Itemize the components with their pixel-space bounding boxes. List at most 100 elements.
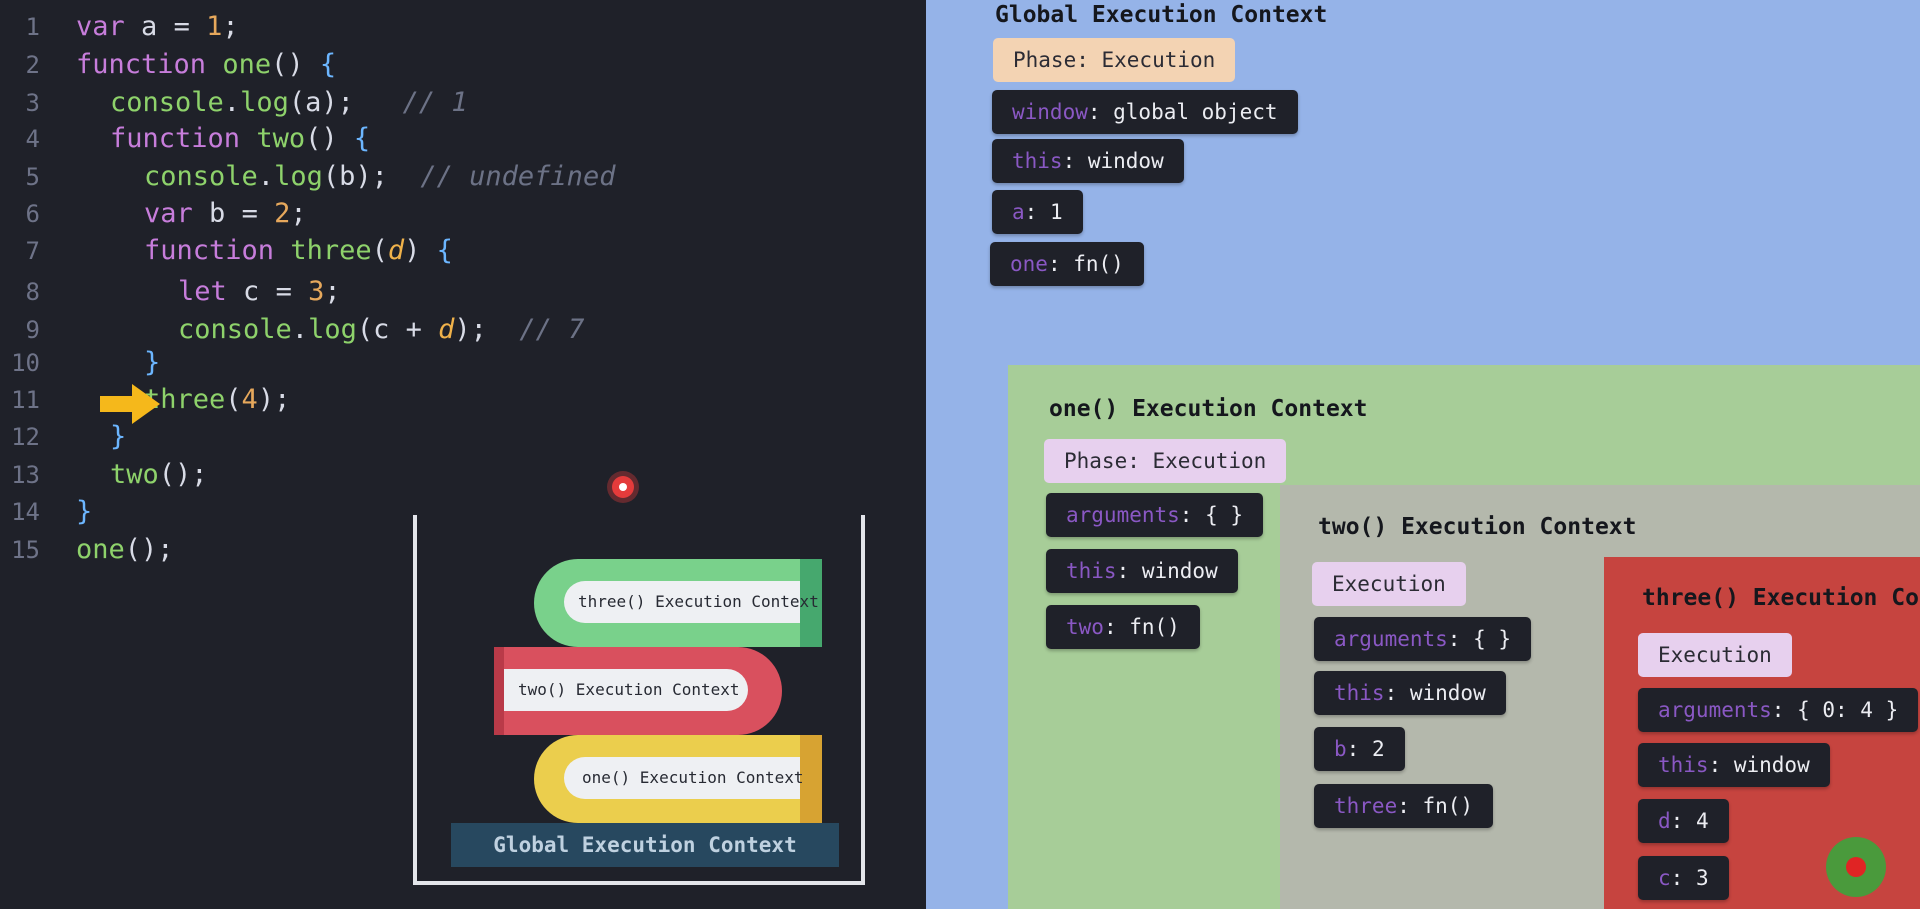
code-token: ();: [158, 459, 208, 490]
code-token: =: [173, 11, 190, 42]
two-phase: Execution: [1312, 562, 1466, 606]
code-token: three: [290, 235, 372, 266]
code-token: d: [438, 314, 455, 345]
global-phase: Phase: Execution: [993, 38, 1236, 82]
var-this: this: window: [992, 139, 1184, 183]
code-token: (b);: [322, 161, 388, 192]
stack-frame-one: one() Execution Context: [534, 735, 822, 823]
global-context-title: Global Execution Context: [995, 2, 1328, 28]
code-token: log: [308, 314, 357, 345]
code-token: .: [291, 314, 309, 345]
code-token: =: [241, 198, 258, 229]
one-context-title: one() Execution Context: [1049, 396, 1368, 422]
stack-frame-label: three() Execution Context: [578, 592, 819, 611]
code-token: ();: [124, 534, 174, 565]
code-token: log: [274, 161, 323, 192]
line-number: 15: [11, 536, 40, 564]
code-token: d: [387, 235, 405, 266]
stack-frame-two: two() Execution Context: [494, 647, 782, 735]
code-token: );: [454, 314, 487, 345]
code-text: console.log(c + d); // 7: [178, 308, 584, 352]
code-token: // 7: [486, 314, 585, 345]
var-window: window: global object: [992, 90, 1298, 134]
var-this: this: window: [1314, 671, 1506, 715]
var-c: c: 3: [1638, 856, 1729, 900]
code-token: {: [303, 49, 337, 80]
code-text: three(4);: [144, 378, 290, 422]
code-token: ;: [222, 11, 239, 42]
code-token: let: [178, 276, 227, 307]
code-token: (): [271, 49, 304, 80]
code-token: ;: [290, 198, 307, 229]
var-a: a: 1: [992, 190, 1083, 234]
code-token: (): [305, 123, 338, 154]
var-arguments: arguments: { }: [1046, 493, 1264, 537]
code-token: {: [337, 123, 371, 154]
code-text: two();: [110, 453, 208, 497]
code-token: function: [110, 123, 241, 154]
code-token: (: [225, 384, 242, 415]
code-token: 4: [241, 384, 258, 415]
code-editor[interactable]: 1 var a = 1; 2 function one() {3 console.log…: [0, 0, 926, 909]
code-token: a: [124, 11, 174, 42]
book-spine: [494, 647, 504, 735]
code-token: 3: [308, 276, 325, 307]
code-token: 1: [206, 11, 223, 42]
stack-frame-label: one() Execution Context: [582, 768, 804, 787]
code-token: function: [76, 49, 207, 80]
var-d: d: 4: [1638, 799, 1729, 843]
code-token: =: [275, 276, 292, 307]
var-b: b: 2: [1314, 727, 1405, 771]
code-token: ): [404, 235, 421, 266]
three-context-title: three() Execution Co: [1642, 585, 1919, 611]
code-token: }: [144, 347, 161, 378]
var-this: this: window: [1638, 743, 1830, 787]
cursor-dot-icon: [612, 476, 634, 498]
three-phase: Execution: [1638, 633, 1792, 677]
code-token: .: [257, 161, 275, 192]
record-button-icon[interactable]: [1826, 837, 1886, 897]
code-token: var: [76, 11, 125, 42]
line-number: 7: [25, 237, 40, 265]
code-token: var: [144, 198, 193, 229]
call-stack: three() Execution Context two() Executio…: [413, 515, 865, 885]
code-token: function: [144, 235, 275, 266]
code-token: (c +: [356, 314, 439, 345]
var-this: this: window: [1046, 549, 1238, 593]
code-text: one();: [76, 528, 174, 572]
code-token: console: [144, 161, 258, 192]
var-arguments: arguments: { }: [1314, 617, 1532, 661]
code-token: two: [110, 459, 159, 490]
code-token: // 1: [353, 87, 468, 118]
phase-key: Phase:: [1013, 48, 1089, 72]
one-phase: Phase: Execution: [1044, 439, 1287, 483]
code-token: console: [110, 87, 224, 118]
var-three: three: fn(): [1314, 784, 1494, 828]
code-text: function three(d) {: [144, 229, 453, 273]
code-token: b: [192, 198, 242, 229]
code-token: c: [226, 276, 276, 307]
phase-value: Execution: [1088, 48, 1216, 72]
code-token: (a);: [288, 87, 354, 118]
code-token: 2: [274, 198, 291, 229]
code-token: one: [76, 534, 125, 565]
code-token: ;: [324, 276, 341, 307]
code-token: );: [257, 384, 291, 415]
code-token: // undefined: [387, 161, 616, 192]
code-token: one: [222, 49, 272, 80]
var-arguments: arguments: { 0: 4 }: [1638, 688, 1919, 732]
var-one: one: fn(): [990, 242, 1144, 286]
code-token: .: [223, 87, 241, 118]
var-two: two: fn(): [1046, 605, 1200, 649]
code-token: (: [371, 235, 388, 266]
stack-frame-label: two() Execution Context: [518, 680, 740, 699]
code-token: {: [420, 235, 453, 266]
arrow-right-icon: [100, 384, 160, 424]
two-context-title: two() Execution Context: [1318, 514, 1637, 540]
